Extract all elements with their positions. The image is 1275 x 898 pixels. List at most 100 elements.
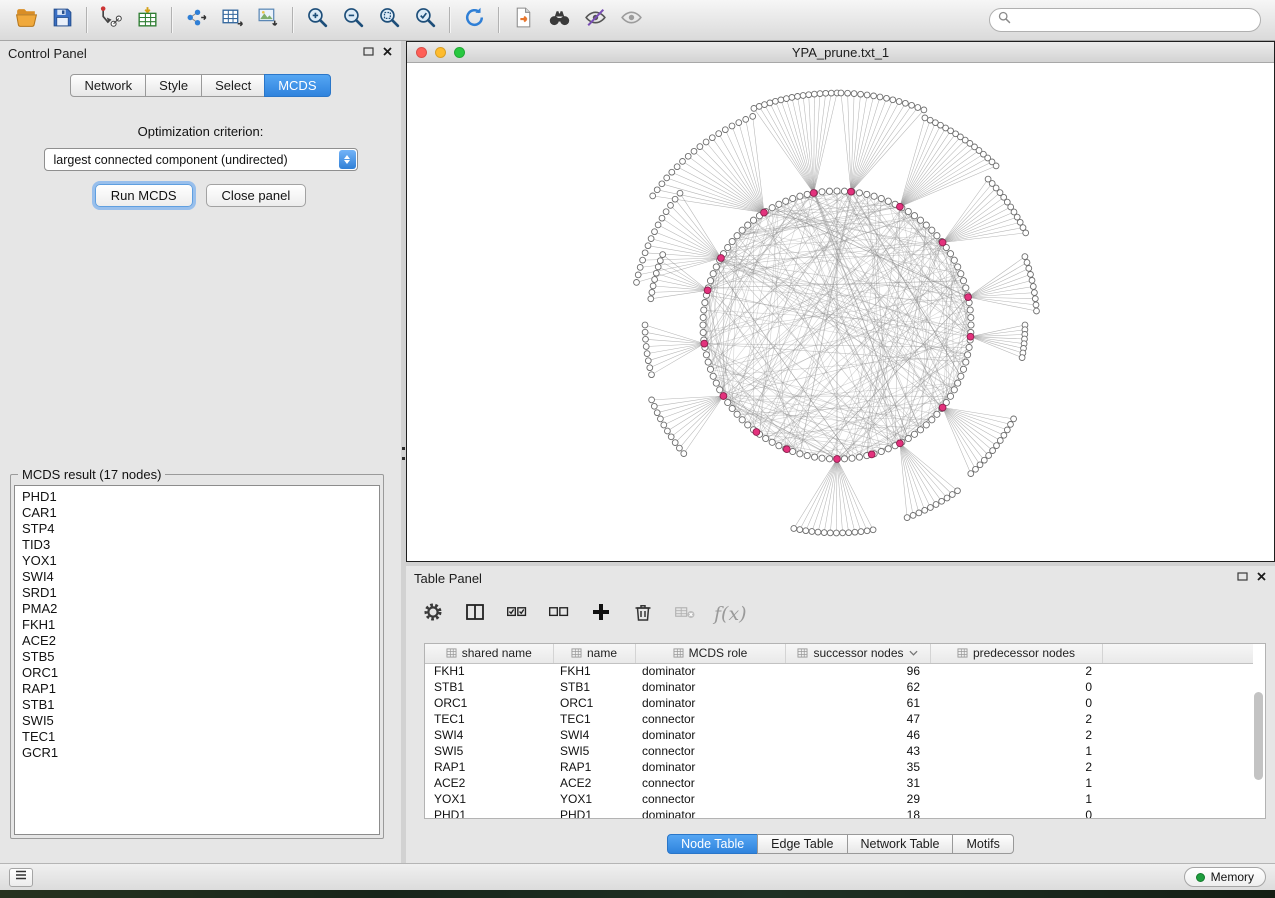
- hide-selected-button[interactable]: [577, 4, 613, 36]
- mcds-result-item[interactable]: STP4: [15, 521, 379, 537]
- network-node[interactable]: [928, 505, 934, 511]
- network-node[interactable]: [917, 217, 923, 223]
- network-node[interactable]: [677, 445, 683, 451]
- network-node[interactable]: [668, 203, 674, 209]
- network-node[interactable]: [672, 196, 678, 202]
- network-node[interactable]: [951, 387, 957, 393]
- mcds-result-item[interactable]: SWI4: [15, 569, 379, 585]
- network-node[interactable]: [817, 91, 823, 97]
- table-row[interactable]: ORC1ORC1dominator610: [425, 695, 1253, 711]
- network-node[interactable]: [763, 435, 769, 441]
- network-node[interactable]: [800, 93, 806, 99]
- network-node[interactable]: [994, 443, 1000, 449]
- network-node[interactable]: [649, 397, 655, 403]
- network-node[interactable]: [642, 322, 648, 328]
- network-node[interactable]: [797, 527, 803, 533]
- network-node[interactable]: [804, 453, 810, 459]
- network-node[interactable]: [691, 148, 697, 154]
- network-node[interactable]: [648, 236, 654, 242]
- tab-network[interactable]: Network: [70, 74, 146, 97]
- network-node[interactable]: [877, 94, 883, 100]
- network-node[interactable]: [750, 217, 756, 223]
- network-node[interactable]: [648, 296, 654, 302]
- network-node[interactable]: [958, 271, 964, 277]
- network-node[interactable]: [890, 97, 896, 103]
- network-node[interactable]: [870, 527, 876, 533]
- network-node[interactable]: [846, 530, 852, 536]
- network-node[interactable]: [713, 380, 719, 386]
- mcds-result-item[interactable]: SRD1: [15, 585, 379, 601]
- network-node[interactable]: [804, 191, 810, 197]
- network-node[interactable]: [710, 271, 716, 277]
- network-node[interactable]: [923, 222, 929, 228]
- network-node[interactable]: [934, 233, 940, 239]
- select-all-rows-button[interactable]: [504, 601, 530, 627]
- tab-select[interactable]: Select: [201, 74, 265, 97]
- mcds-dominator-node[interactable]: [868, 451, 875, 458]
- import-table-button[interactable]: [129, 4, 165, 36]
- network-node[interactable]: [650, 193, 656, 199]
- network-node[interactable]: [963, 359, 969, 365]
- import-network-button[interactable]: [93, 4, 129, 36]
- network-node[interactable]: [905, 208, 911, 214]
- network-node[interactable]: [652, 229, 658, 235]
- show-all-button[interactable]: [613, 4, 649, 36]
- network-node[interactable]: [655, 222, 661, 228]
- network-node[interactable]: [864, 92, 870, 98]
- network-node[interactable]: [659, 181, 665, 187]
- network-node[interactable]: [736, 120, 742, 126]
- network-node[interactable]: [716, 131, 722, 137]
- float-panel-icon[interactable]: [1237, 569, 1248, 587]
- network-node[interactable]: [967, 307, 973, 313]
- network-node[interactable]: [947, 393, 953, 399]
- network-node[interactable]: [645, 243, 651, 249]
- network-node[interactable]: [821, 530, 827, 536]
- mcds-result-item[interactable]: STB1: [15, 697, 379, 713]
- network-node[interactable]: [778, 97, 784, 103]
- network-node[interactable]: [644, 351, 650, 357]
- network-node[interactable]: [1030, 284, 1036, 290]
- table-row[interactable]: PHD1PHD1dominator180: [425, 807, 1253, 819]
- network-node[interactable]: [672, 440, 678, 446]
- network-node[interactable]: [878, 195, 884, 201]
- network-node[interactable]: [717, 387, 723, 393]
- network-node[interactable]: [1026, 266, 1032, 272]
- mcds-dominator-node[interactable]: [701, 340, 708, 347]
- network-node[interactable]: [669, 169, 675, 175]
- network-node[interactable]: [705, 359, 711, 365]
- network-node[interactable]: [659, 215, 665, 221]
- network-node[interactable]: [958, 373, 964, 379]
- tab-node-table[interactable]: Node Table: [667, 834, 758, 854]
- mcds-result-item[interactable]: CAR1: [15, 505, 379, 521]
- network-node[interactable]: [795, 94, 801, 100]
- network-node[interactable]: [955, 488, 961, 494]
- close-panel-icon[interactable]: [1256, 569, 1267, 587]
- mcds-dominator-node[interactable]: [753, 429, 760, 436]
- mcds-result-item[interactable]: SWI5: [15, 713, 379, 729]
- network-node[interactable]: [812, 91, 818, 97]
- network-node[interactable]: [911, 431, 917, 437]
- zoom-in-button[interactable]: [299, 4, 335, 36]
- network-node[interactable]: [664, 175, 670, 181]
- network-node[interactable]: [858, 529, 864, 535]
- network-node[interactable]: [960, 278, 966, 284]
- network-node[interactable]: [826, 456, 832, 462]
- network-node[interactable]: [789, 95, 795, 101]
- network-node[interactable]: [949, 492, 955, 498]
- network-node[interactable]: [968, 322, 974, 328]
- column-header-mcds-role[interactable]: MCDS role: [635, 644, 785, 663]
- network-node[interactable]: [767, 100, 773, 106]
- float-panel-icon[interactable]: [363, 44, 374, 62]
- network-node[interactable]: [734, 233, 740, 239]
- network-node[interactable]: [647, 365, 653, 371]
- network-node[interactable]: [729, 238, 735, 244]
- network-node[interactable]: [645, 358, 651, 364]
- network-node[interactable]: [884, 95, 890, 101]
- network-node[interactable]: [745, 422, 751, 428]
- network-node[interactable]: [655, 264, 661, 270]
- mcds-result-item[interactable]: PMA2: [15, 601, 379, 617]
- mcds-dominator-node[interactable]: [897, 203, 904, 210]
- network-node[interactable]: [681, 451, 687, 457]
- network-node[interactable]: [878, 448, 884, 454]
- network-node[interactable]: [885, 198, 891, 204]
